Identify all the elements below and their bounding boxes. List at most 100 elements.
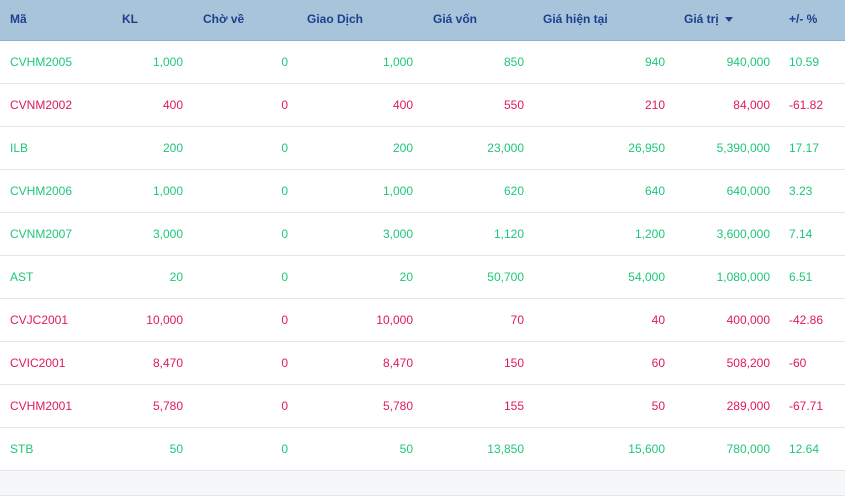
table-row[interactable]: CVJC2001 10,000 0 10,000 70 40 400,000 -42.86	[0, 299, 845, 342]
cell-gia-hien-tai: 1,200	[634, 227, 665, 241]
cell-gia-tri: 289,000	[726, 399, 770, 413]
cell-pct: -67.71	[789, 399, 824, 413]
cell-pct: 12.64	[789, 442, 820, 456]
cell-pct: 17.17	[789, 141, 820, 155]
table-row[interactable]: CVIC2001 8,470 0 8,470 150 60 508,200 -60	[0, 342, 845, 385]
cell-giao-dich: 50	[399, 442, 413, 456]
cell-gia-von: 620	[503, 184, 524, 198]
table-footer	[0, 471, 845, 496]
cell-giao-dich: 1,000	[382, 184, 413, 198]
cell-gia-hien-tai: 54,000	[628, 270, 665, 284]
cell-cho-ve: 0	[281, 141, 288, 155]
table-row[interactable]: CVHM2006 1,000 0 1,000 620 640 640,000 3.23	[0, 170, 845, 213]
cell-gia-hien-tai: 60	[651, 356, 665, 370]
cell-gia-von: 70	[510, 313, 524, 327]
table-row[interactable]: STB 50 0 50 13,850 15,600 780,000 12.64	[0, 428, 845, 471]
portfolio-table: Mã KL Chờ về Giao Dịch Giá vốn Giá hiện …	[0, 0, 845, 496]
cell-gia-tri: 508,200	[726, 356, 770, 370]
cell-gia-von: 850	[503, 55, 524, 69]
cell-cho-ve: 0	[281, 184, 288, 198]
table-row[interactable]: CVHM2001 5,780 0 5,780 155 50 289,000 -67.71	[0, 385, 845, 428]
cell-gia-tri: 3,600,000	[716, 227, 770, 241]
cell-ma[interactable]: CVNM2007	[10, 213, 72, 255]
table-row[interactable]: CVHM2005 1,000 0 1,000 850 940 940,000 10.59	[0, 41, 845, 84]
cell-ma[interactable]: CVHM2006	[10, 170, 72, 212]
cell-ma[interactable]: STB	[10, 428, 33, 470]
column-header-gia-tri[interactable]: Giá trị	[684, 0, 733, 40]
cell-gia-von: 13,850	[487, 442, 524, 456]
cell-gia-hien-tai: 15,600	[628, 442, 665, 456]
cell-kl: 5,780	[152, 399, 183, 413]
table-header: Mã KL Chờ về Giao Dịch Giá vốn Giá hiện …	[0, 0, 845, 41]
cell-pct: -61.82	[789, 98, 824, 112]
column-header-gia-von[interactable]: Giá vốn	[433, 0, 477, 40]
cell-cho-ve: 0	[281, 356, 288, 370]
cell-gia-hien-tai: 40	[651, 313, 665, 327]
table-row[interactable]: CVNM2007 3,000 0 3,000 1,120 1,200 3,600,000 7.…	[0, 213, 845, 256]
column-header-giao-dich[interactable]: Giao Dịch	[307, 0, 363, 40]
cell-gia-hien-tai: 640	[644, 184, 665, 198]
cell-gia-tri: 780,000	[726, 442, 770, 456]
cell-gia-hien-tai: 26,950	[628, 141, 665, 155]
table-row[interactable]: ILB 200 0 200 23,000 26,950 5,390,000 17.17	[0, 127, 845, 170]
cell-gia-von: 150	[503, 356, 524, 370]
cell-gia-tri: 84,000	[733, 98, 770, 112]
cell-kl: 50	[169, 442, 183, 456]
cell-kl: 3,000	[152, 227, 183, 241]
cell-gia-von: 550	[503, 98, 524, 112]
column-header-pct[interactable]: +/- %	[789, 0, 817, 40]
cell-kl: 1,000	[152, 55, 183, 69]
cell-cho-ve: 0	[281, 98, 288, 112]
cell-cho-ve: 0	[281, 227, 288, 241]
cell-giao-dich: 3,000	[382, 227, 413, 241]
cell-cho-ve: 0	[281, 442, 288, 456]
cell-cho-ve: 0	[281, 399, 288, 413]
cell-cho-ve: 0	[281, 270, 288, 284]
cell-pct: -60	[789, 356, 807, 370]
cell-pct: 7.14	[789, 227, 813, 241]
cell-gia-hien-tai: 210	[644, 98, 665, 112]
cell-pct: 10.59	[789, 55, 820, 69]
column-header-ma[interactable]: Mã	[10, 0, 27, 40]
cell-gia-von: 50,700	[487, 270, 524, 284]
cell-gia-tri: 940,000	[726, 55, 770, 69]
column-header-gia-tri-label: Giá trị	[684, 12, 719, 26]
cell-kl: 10,000	[146, 313, 183, 327]
cell-giao-dich: 8,470	[382, 356, 413, 370]
cell-cho-ve: 0	[281, 313, 288, 327]
cell-kl: 20	[169, 270, 183, 284]
cell-ma[interactable]: CVNM2002	[10, 84, 72, 126]
cell-ma[interactable]: CVJC2001	[10, 299, 68, 341]
cell-gia-tri: 640,000	[726, 184, 770, 198]
table-row[interactable]: CVNM2002 400 0 400 550 210 84,000 -61.82	[0, 84, 845, 127]
cell-giao-dich: 400	[392, 98, 413, 112]
column-header-kl[interactable]: KL	[122, 0, 138, 40]
cell-kl: 400	[162, 98, 183, 112]
cell-giao-dich: 10,000	[376, 313, 413, 327]
cell-gia-hien-tai: 940	[644, 55, 665, 69]
cell-pct: 6.51	[789, 270, 813, 284]
cell-gia-tri: 5,390,000	[716, 141, 770, 155]
cell-giao-dich: 200	[392, 141, 413, 155]
cell-giao-dich: 5,780	[382, 399, 413, 413]
cell-gia-hien-tai: 50	[651, 399, 665, 413]
column-header-gia-hien-tai[interactable]: Giá hiện tại	[543, 0, 608, 40]
table-body: CVHM2005 1,000 0 1,000 850 940 940,000 10.59 CVN…	[0, 41, 845, 471]
cell-pct: -42.86	[789, 313, 824, 327]
cell-gia-von: 155	[503, 399, 524, 413]
cell-ma[interactable]: ILB	[10, 127, 28, 169]
cell-giao-dich: 1,000	[382, 55, 413, 69]
cell-gia-tri: 1,080,000	[716, 270, 770, 284]
cell-ma[interactable]: CVHM2001	[10, 385, 72, 427]
cell-gia-von: 1,120	[493, 227, 524, 241]
cell-kl: 200	[162, 141, 183, 155]
cell-ma[interactable]: CVIC2001	[10, 342, 65, 384]
cell-ma[interactable]: CVHM2005	[10, 41, 72, 83]
table-row[interactable]: AST 20 0 20 50,700 54,000 1,080,000 6.51	[0, 256, 845, 299]
cell-pct: 3.23	[789, 184, 813, 198]
cell-ma[interactable]: AST	[10, 256, 33, 298]
cell-gia-tri: 400,000	[726, 313, 770, 327]
cell-giao-dich: 20	[399, 270, 413, 284]
caret-down-icon[interactable]	[724, 17, 733, 23]
column-header-cho-ve[interactable]: Chờ về	[203, 0, 244, 40]
